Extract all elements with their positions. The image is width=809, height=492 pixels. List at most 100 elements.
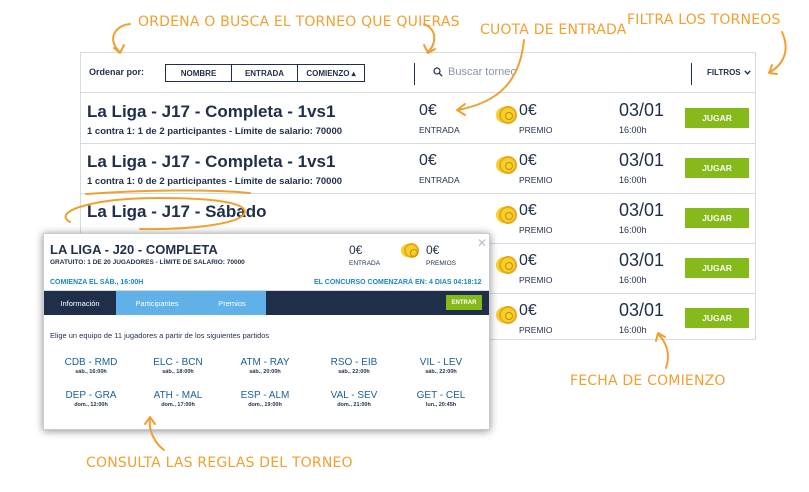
match-name: ATM - RAY bbox=[240, 357, 290, 368]
sort-button-group: NOMBRE ENTRADA COMIENZO ▴ bbox=[165, 64, 365, 82]
match-time: lun., 20:45h bbox=[425, 402, 457, 408]
coin-icon bbox=[404, 243, 419, 258]
start-date: 03/01 bbox=[619, 100, 665, 120]
match-item: RSO - EIB sáb., 22:00h bbox=[314, 357, 394, 375]
match-item: ATM - RAY sáb., 20:00h bbox=[225, 357, 305, 375]
match-time: dom., 19:00h bbox=[248, 402, 282, 408]
start-time: 16:00h bbox=[619, 125, 647, 135]
match-time: sáb., 22:00h bbox=[338, 369, 370, 375]
match-time: dom., 21:00h bbox=[337, 402, 371, 408]
prize-label: PREMIO bbox=[519, 225, 553, 235]
popup-start-time: COMIENZA EL SÁB., 16:00H bbox=[50, 279, 144, 286]
match-time: sáb., 18:00h bbox=[162, 369, 194, 375]
prize-value: 0€ bbox=[519, 152, 537, 169]
arrow-filter bbox=[769, 31, 787, 73]
coin-icon bbox=[499, 206, 517, 224]
popup-tabs: Información Participantes Premios ENTRAR bbox=[44, 291, 489, 315]
start-date: 03/01 bbox=[619, 150, 665, 170]
match-time: dom., 17:00h bbox=[161, 402, 195, 408]
tab-participants[interactable]: Participantes bbox=[116, 291, 198, 315]
annotation-start-date: FECHA DE COMIENZO bbox=[570, 373, 726, 389]
match-item: ESP - ALM dom., 19:00h bbox=[225, 390, 305, 408]
match-time: dom., 12:00h bbox=[74, 402, 108, 408]
popup-instructions: Elige un equipo de 11 jugadores a partir… bbox=[50, 331, 270, 340]
entry-fee-label: ENTRADA bbox=[419, 175, 460, 185]
match-item: ELC - BCN sáb., 18:00h bbox=[138, 357, 218, 375]
match-item: DEP - GRA dom., 12:00h bbox=[51, 390, 131, 408]
prize-label: PREMIO bbox=[519, 125, 553, 135]
enter-button[interactable]: ENTRAR bbox=[446, 295, 482, 310]
coin-icon bbox=[499, 306, 517, 324]
coin-icon bbox=[499, 156, 517, 174]
tournament-detail-popup: LA LIGA - J20 - COMPLETA GRATUITO: 1 DE … bbox=[43, 233, 490, 430]
prize-value: 0€ bbox=[519, 302, 537, 319]
close-icon[interactable]: ✕ bbox=[477, 236, 487, 250]
match-time: sáb., 16:00h bbox=[75, 369, 107, 375]
divider bbox=[414, 63, 415, 85]
entry-fee-value: 0€ bbox=[419, 152, 437, 169]
play-button[interactable]: JUGAR bbox=[685, 208, 749, 228]
popup-countdown: EL CONCURSO COMENZARÁ EN: 4 DIAS 04:18:1… bbox=[314, 279, 482, 286]
search-placeholder: Buscar torneo bbox=[448, 66, 517, 78]
start-time: 16:00h bbox=[619, 325, 647, 335]
annotation-rules: CONSULTA LAS REGLAS DEL TORNEO bbox=[86, 455, 353, 471]
tournament-name[interactable]: La Liga - J17 - Sábado bbox=[87, 202, 267, 222]
prize-value: 0€ bbox=[519, 102, 537, 119]
start-time: 16:00h bbox=[619, 175, 647, 185]
filters-label: FILTROS bbox=[707, 68, 741, 77]
match-time: sáb., 22:00h bbox=[425, 369, 457, 375]
match-name: VIL - LEV bbox=[419, 357, 463, 368]
play-button[interactable]: JUGAR bbox=[685, 158, 749, 178]
sort-by-entry-button[interactable]: ENTRADA bbox=[232, 65, 298, 81]
match-name: ESP - ALM bbox=[240, 390, 290, 401]
match-item: GET - CEL lun., 20:45h bbox=[401, 390, 481, 408]
match-time: sáb., 20:00h bbox=[249, 369, 281, 375]
match-name: GET - CEL bbox=[416, 390, 466, 401]
popup-entry-fee-value: 0€ bbox=[349, 243, 363, 257]
search-icon bbox=[433, 67, 443, 77]
chevron-down-icon bbox=[743, 70, 751, 75]
entry-fee-value: 0€ bbox=[419, 102, 437, 119]
prize-value: 0€ bbox=[519, 252, 537, 269]
match-item: VAL - SEV dom., 21:00h bbox=[314, 390, 394, 408]
prize-label: PREMIO bbox=[519, 275, 553, 285]
popup-prize-value: 0€ bbox=[426, 243, 440, 257]
coin-icon bbox=[499, 256, 517, 274]
filters-dropdown[interactable]: FILTROS bbox=[707, 68, 751, 77]
match-name: ELC - BCN bbox=[153, 357, 203, 368]
sort-by-start-button[interactable]: COMIENZO ▴ bbox=[298, 65, 364, 81]
tab-prizes[interactable]: Premios bbox=[198, 291, 266, 315]
sort-label: Ordenar por: bbox=[89, 67, 145, 77]
popup-entry-fee-label: ENTRADA bbox=[349, 260, 381, 267]
popup-subtitle: GRATUITO: 1 DE 20 JUGADORES - LÍMITE DE … bbox=[50, 259, 245, 266]
match-item: CDB - RMD sáb., 16:00h bbox=[51, 357, 131, 375]
match-name: CDB - RMD bbox=[64, 357, 118, 368]
annotation-order-search: ORDENA O BUSCA EL TORNEO QUE QUIERAS bbox=[138, 14, 460, 30]
match-name: RSO - EIB bbox=[330, 357, 378, 368]
toolbar: Ordenar por: NOMBRE ENTRADA COMIENZO ▴ B… bbox=[81, 53, 755, 93]
tournament-details: 1 contra 1: 1 de 2 participantes - Límit… bbox=[87, 126, 343, 137]
coin-icon bbox=[499, 106, 517, 124]
start-date: 03/01 bbox=[619, 300, 665, 320]
sort-by-name-button[interactable]: NOMBRE bbox=[166, 65, 232, 81]
tournament-details: 1 contra 1: 0 de 2 participantes - Límit… bbox=[87, 176, 343, 187]
tab-information[interactable]: Información bbox=[44, 291, 116, 315]
play-button[interactable]: JUGAR bbox=[685, 308, 749, 328]
start-date: 03/01 bbox=[619, 200, 665, 220]
match-name: DEP - GRA bbox=[65, 390, 117, 401]
start-time: 16:00h bbox=[619, 225, 647, 235]
tournament-name[interactable]: La Liga - J17 - Completa - 1vs1 bbox=[87, 152, 335, 172]
match-item: ATH - MAL dom., 17:00h bbox=[138, 390, 218, 408]
match-name: VAL - SEV bbox=[330, 390, 378, 401]
table-row: La Liga - J17 - Completa - 1vs1 1 contra… bbox=[81, 144, 755, 194]
start-date: 03/01 bbox=[619, 250, 665, 270]
tournament-name[interactable]: La Liga - J17 - Completa - 1vs1 bbox=[87, 102, 335, 122]
play-button[interactable]: JUGAR bbox=[685, 258, 749, 278]
divider bbox=[691, 63, 692, 85]
match-item: VIL - LEV sáb., 22:00h bbox=[401, 357, 481, 375]
search-input[interactable]: Buscar torneo bbox=[433, 66, 516, 78]
prize-label: PREMIO bbox=[519, 175, 553, 185]
annotation-filter: FILTRA LOS TORNEOS bbox=[627, 12, 781, 28]
play-button[interactable]: JUGAR bbox=[685, 108, 749, 128]
start-time: 16:00h bbox=[619, 275, 647, 285]
